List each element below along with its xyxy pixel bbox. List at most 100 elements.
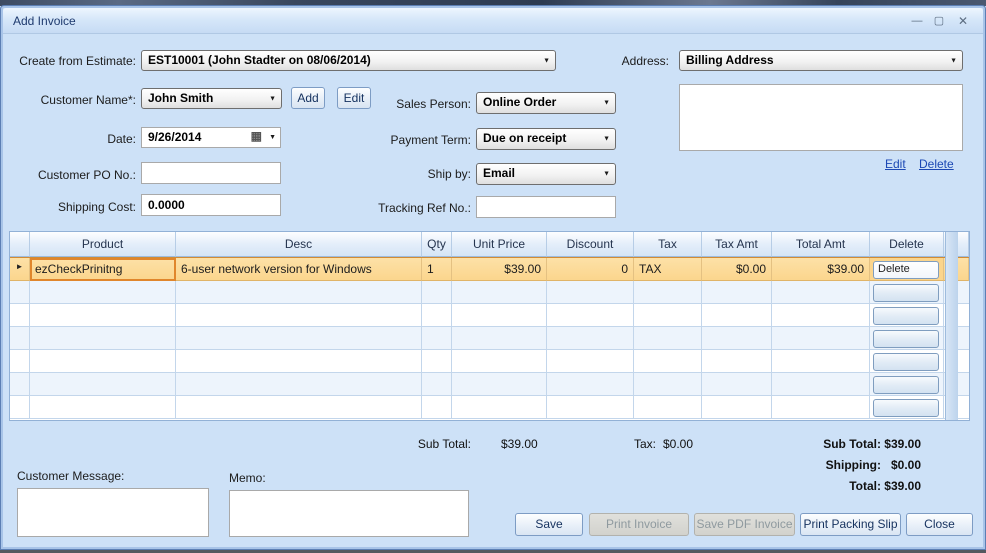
cell-empty[interactable]: [452, 373, 547, 396]
cell-desc[interactable]: 6-user network version for Windows: [176, 258, 422, 281]
calendar-icon[interactable]: ▦: [251, 129, 262, 143]
grid-header-qty[interactable]: Qty: [422, 232, 452, 257]
address-edit-link[interactable]: Edit: [885, 157, 906, 171]
table-row-empty[interactable]: [10, 281, 969, 304]
minimize-icon[interactable]: —: [909, 13, 925, 29]
cell-tax-amt[interactable]: $0.00: [702, 258, 772, 281]
customer-message-input[interactable]: [17, 488, 209, 537]
cell-empty[interactable]: [30, 327, 176, 350]
cell-empty[interactable]: [772, 396, 870, 419]
table-row-empty[interactable]: [10, 396, 969, 419]
cell-empty[interactable]: [10, 327, 30, 350]
cell-empty[interactable]: [634, 327, 702, 350]
cell-empty[interactable]: [634, 304, 702, 327]
table-row-empty[interactable]: [10, 373, 969, 396]
create-from-estimate-select[interactable]: EST10001 (John Stadter on 08/06/2014) ▼: [141, 50, 556, 71]
customer-name-select[interactable]: John Smith ▼: [141, 88, 282, 109]
address-select[interactable]: Billing Address ▼: [679, 50, 963, 71]
maximize-icon[interactable]: ▢: [931, 13, 947, 29]
table-row-empty[interactable]: [10, 304, 969, 327]
close-icon[interactable]: ✕: [955, 13, 971, 29]
date-field[interactable]: 9/26/2014 ▦ ▼: [141, 127, 281, 148]
save-button[interactable]: Save: [515, 513, 583, 536]
cell-empty[interactable]: [176, 304, 422, 327]
cell-empty[interactable]: [634, 373, 702, 396]
cell-empty[interactable]: [634, 350, 702, 373]
print-packing-slip-button[interactable]: Print Packing Slip: [800, 513, 901, 536]
sales-person-select[interactable]: Online Order ▼: [476, 92, 616, 114]
cell-empty[interactable]: [452, 350, 547, 373]
cell-empty[interactable]: [422, 327, 452, 350]
grid-header-desc[interactable]: Desc: [176, 232, 422, 257]
delete-row-button[interactable]: [873, 284, 939, 302]
cell-empty[interactable]: [547, 304, 634, 327]
tracking-ref-input[interactable]: [476, 196, 616, 218]
cell-empty[interactable]: [772, 304, 870, 327]
cell-total-amt[interactable]: $39.00: [772, 258, 870, 281]
cell-empty[interactable]: [10, 350, 30, 373]
cell-empty[interactable]: [634, 281, 702, 304]
cell-empty[interactable]: [422, 373, 452, 396]
cell-empty[interactable]: [10, 304, 30, 327]
customer-po-input[interactable]: [141, 162, 281, 184]
cell-tax[interactable]: TAX: [634, 258, 702, 281]
cell-empty[interactable]: [702, 373, 772, 396]
cell-empty[interactable]: [547, 396, 634, 419]
cell-empty[interactable]: [176, 396, 422, 419]
cell-empty[interactable]: [702, 281, 772, 304]
cell-empty[interactable]: [772, 281, 870, 304]
cell-empty[interactable]: [176, 350, 422, 373]
chevron-down-icon[interactable]: ▼: [269, 134, 276, 141]
address-display-box[interactable]: [679, 84, 963, 151]
cell-empty[interactable]: [547, 373, 634, 396]
cell-empty[interactable]: [702, 304, 772, 327]
grid-header-discount[interactable]: Discount: [547, 232, 634, 257]
payment-term-select[interactable]: Due on receipt ▼: [476, 128, 616, 150]
cell-empty[interactable]: [30, 304, 176, 327]
delete-row-button[interactable]: [873, 399, 939, 417]
cell-empty[interactable]: [772, 327, 870, 350]
cell-empty[interactable]: [30, 373, 176, 396]
cell-empty[interactable]: [702, 327, 772, 350]
cell-empty[interactable]: [10, 373, 30, 396]
grid-header-tax[interactable]: Tax: [634, 232, 702, 257]
grid-header-total-amt[interactable]: Total Amt: [772, 232, 870, 257]
cell-empty[interactable]: [422, 304, 452, 327]
table-row[interactable]: ► ezCheckPrinitng 6-user network version…: [10, 257, 969, 281]
delete-row-button[interactable]: [873, 376, 939, 394]
delete-row-button[interactable]: Delete: [873, 261, 939, 279]
cell-empty[interactable]: [176, 373, 422, 396]
grid-header-tax-amt[interactable]: Tax Amt: [702, 232, 772, 257]
cell-empty[interactable]: [10, 396, 30, 419]
memo-input[interactable]: [229, 490, 469, 537]
grid-header-unit-price[interactable]: Unit Price: [452, 232, 547, 257]
cell-empty[interactable]: [452, 396, 547, 419]
cell-empty[interactable]: [452, 281, 547, 304]
cell-empty[interactable]: [176, 327, 422, 350]
add-customer-button[interactable]: Add: [291, 87, 325, 109]
cell-empty[interactable]: [452, 327, 547, 350]
cell-unit-price[interactable]: $39.00: [452, 258, 547, 281]
delete-row-button[interactable]: [873, 330, 939, 348]
cell-empty[interactable]: [176, 281, 422, 304]
table-row-empty[interactable]: [10, 350, 969, 373]
cell-empty[interactable]: [547, 327, 634, 350]
cell-empty[interactable]: [422, 396, 452, 419]
cell-qty[interactable]: 1: [422, 258, 452, 281]
cell-empty[interactable]: [702, 350, 772, 373]
delete-row-button[interactable]: [873, 307, 939, 325]
close-button[interactable]: Close: [906, 513, 973, 536]
grid-vertical-scrollbar[interactable]: [945, 232, 958, 420]
table-row-empty[interactable]: [10, 327, 969, 350]
ship-by-select[interactable]: Email ▼: [476, 163, 616, 185]
cell-empty[interactable]: [422, 350, 452, 373]
address-delete-link[interactable]: Delete: [919, 157, 954, 171]
cell-discount[interactable]: 0: [547, 258, 634, 281]
cell-empty[interactable]: [702, 396, 772, 419]
cell-empty[interactable]: [30, 281, 176, 304]
delete-row-button[interactable]: [873, 353, 939, 371]
cell-empty[interactable]: [772, 350, 870, 373]
shipping-cost-input[interactable]: [141, 194, 281, 216]
cell-product[interactable]: ezCheckPrinitng: [30, 258, 176, 281]
cell-empty[interactable]: [547, 350, 634, 373]
